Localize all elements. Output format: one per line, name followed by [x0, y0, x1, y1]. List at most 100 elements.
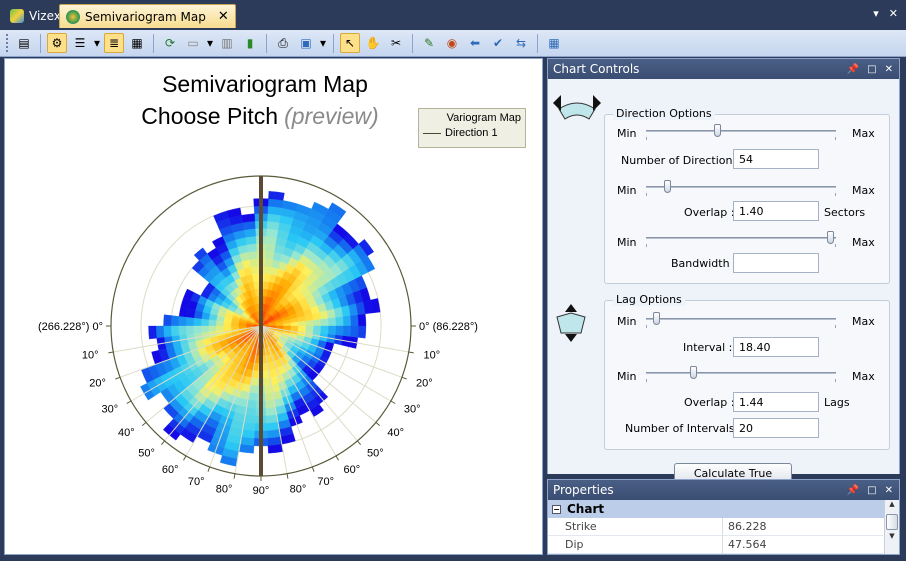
variogram-cell [223, 321, 232, 327]
variogram-cell [266, 221, 280, 231]
color-bar-icon[interactable]: ▮ [240, 33, 260, 53]
refresh-icon[interactable]: ⟳ [160, 33, 180, 53]
variogram-cell [163, 314, 172, 327]
slider-thumb[interactable] [653, 312, 661, 325]
close-icon[interactable]: ✕ [885, 485, 893, 496]
property-row-strike[interactable]: Strike 86.228 [548, 518, 899, 536]
direction-max-label: Max [852, 127, 875, 140]
variogram-cell [247, 250, 258, 260]
target-icon[interactable]: ◉ [442, 33, 462, 53]
property-row-dip[interactable]: Dip 47.564 [548, 536, 899, 554]
toolbar-separator [537, 33, 538, 53]
chart-panel[interactable]: (266.228°) 0° 0° (86.228°) 10° 10° 20° 20° 30°… [4, 58, 543, 555]
slider-thumb[interactable] [689, 366, 697, 379]
variogram-cell [265, 407, 277, 417]
back-arrow-icon[interactable]: ⬅ [465, 33, 485, 53]
printer-icon[interactable]: ⎙ [273, 33, 293, 53]
left-pitch-label: 10° [82, 350, 99, 362]
bandwidth-slider[interactable] [646, 230, 836, 247]
slider-thumb[interactable] [827, 231, 835, 244]
dropdown-icon[interactable]: ▾ [206, 33, 214, 53]
num-directions-input[interactable]: 54 [733, 149, 819, 169]
right-azimuth-label: 0° (86.228°) [419, 321, 478, 333]
pin-icon[interactable]: 📌 [847, 64, 859, 75]
layers-icon [10, 9, 24, 23]
lag-overlap-label: Overlap : [684, 396, 735, 409]
copy-image-icon[interactable]: ▣ [296, 33, 316, 53]
lag-overlap-slider[interactable] [646, 365, 836, 382]
dropdown-icon[interactable]: ▾ [93, 33, 101, 53]
num-directions-slider[interactable] [646, 123, 836, 140]
direction-min-label: Min [617, 127, 637, 140]
properties-icon[interactable]: ▤ [14, 33, 34, 53]
direction-fan-icon [553, 95, 601, 120]
hand-icon[interactable]: ✋ [363, 33, 383, 53]
swap-icon[interactable]: ⇆ [511, 33, 531, 53]
properties-title: Properties [553, 483, 614, 497]
direction-options-title: Direction Options [613, 107, 715, 120]
properties-category-chart[interactable]: − Chart [548, 500, 899, 518]
properties-scrollbar[interactable]: ▲ ▼ [884, 500, 899, 554]
property-value[interactable]: 86.228 [723, 518, 883, 536]
checkmark-icon[interactable]: ✔ [488, 33, 508, 53]
bandwidth-label: Bandwidth : [671, 257, 737, 270]
list-view-icon[interactable]: ≣ [104, 33, 124, 53]
maximize-icon[interactable]: □ [867, 64, 876, 75]
scroll-thumb[interactable] [886, 514, 898, 530]
tab-semivariogram-map[interactable]: Semivariogram Map ✕ [59, 4, 236, 28]
stack-icon[interactable]: ▭ [183, 33, 203, 53]
maximize-icon[interactable]: □ [867, 485, 876, 496]
legend-variogram-map: Variogram Map [446, 112, 521, 124]
slider-thumb[interactable] [664, 180, 672, 193]
chevron-down-icon[interactable]: ▾ [873, 7, 879, 20]
variogram-cell [246, 243, 257, 253]
variogram-cell [242, 421, 256, 431]
property-value[interactable]: 47.564 [723, 536, 883, 554]
close-icon[interactable]: ✕ [885, 64, 893, 75]
list-icon[interactable]: ☰ [70, 33, 90, 53]
variogram-cell [266, 414, 279, 424]
direction-overlap-input[interactable]: 1.40 [733, 201, 819, 221]
collapse-icon[interactable]: − [552, 504, 561, 514]
calendar-icon[interactable]: ▦ [544, 33, 564, 53]
grid-icon[interactable]: ▦ [127, 33, 147, 53]
pitch-tick [115, 376, 121, 380]
variogram-cell [342, 315, 352, 327]
slider-thumb[interactable] [713, 124, 721, 137]
arrow-icon[interactable]: ↖ [340, 33, 360, 53]
right-pitch-label: 70° [317, 476, 334, 488]
toolbar-separator [153, 33, 154, 53]
lag-overlap-input[interactable]: 1.44 [733, 392, 819, 412]
scroll-up-icon[interactable]: ▲ [885, 500, 899, 512]
variogram-cell [357, 313, 367, 327]
variogram-cell [245, 235, 257, 245]
num-intervals-input[interactable]: 20 [733, 418, 819, 438]
pin-icon[interactable]: 📌 [847, 485, 859, 496]
interval-input[interactable]: 18.40 [733, 337, 819, 357]
export-icon[interactable]: ▥ [217, 33, 237, 53]
lag-overlap-max-label: Max [852, 370, 875, 383]
variogram-cell [265, 243, 276, 253]
lag-overlap-min-label: Min [617, 370, 637, 383]
tab-vizex[interactable]: Vizex [4, 4, 67, 28]
toolbar-separator [412, 33, 413, 53]
bandwidth-input[interactable] [733, 253, 819, 273]
close-icon[interactable]: ✕ [889, 7, 898, 20]
variogram-cell [163, 325, 172, 338]
overlap-max-label: Max [852, 184, 875, 197]
close-tab-icon[interactable]: ✕ [218, 9, 229, 24]
interval-slider[interactable] [646, 311, 836, 328]
left-pitch-label: 80° [216, 483, 233, 495]
lag-pitch-icon [556, 304, 586, 342]
pitch-tick [357, 440, 362, 446]
tools-icon[interactable]: ✂ [386, 33, 406, 53]
ruler-icon[interactable]: ✎ [419, 33, 439, 53]
variogram-cell [200, 318, 210, 327]
variogram-cell [312, 318, 322, 327]
scroll-down-icon[interactable]: ▼ [885, 532, 899, 544]
direction-overlap-slider[interactable] [646, 179, 836, 196]
toolbar-grip[interactable] [6, 34, 9, 52]
dropdown-icon[interactable]: ▾ [319, 33, 327, 53]
variogram-cell [266, 228, 279, 238]
settings-icon[interactable]: ⚙ [47, 33, 67, 53]
